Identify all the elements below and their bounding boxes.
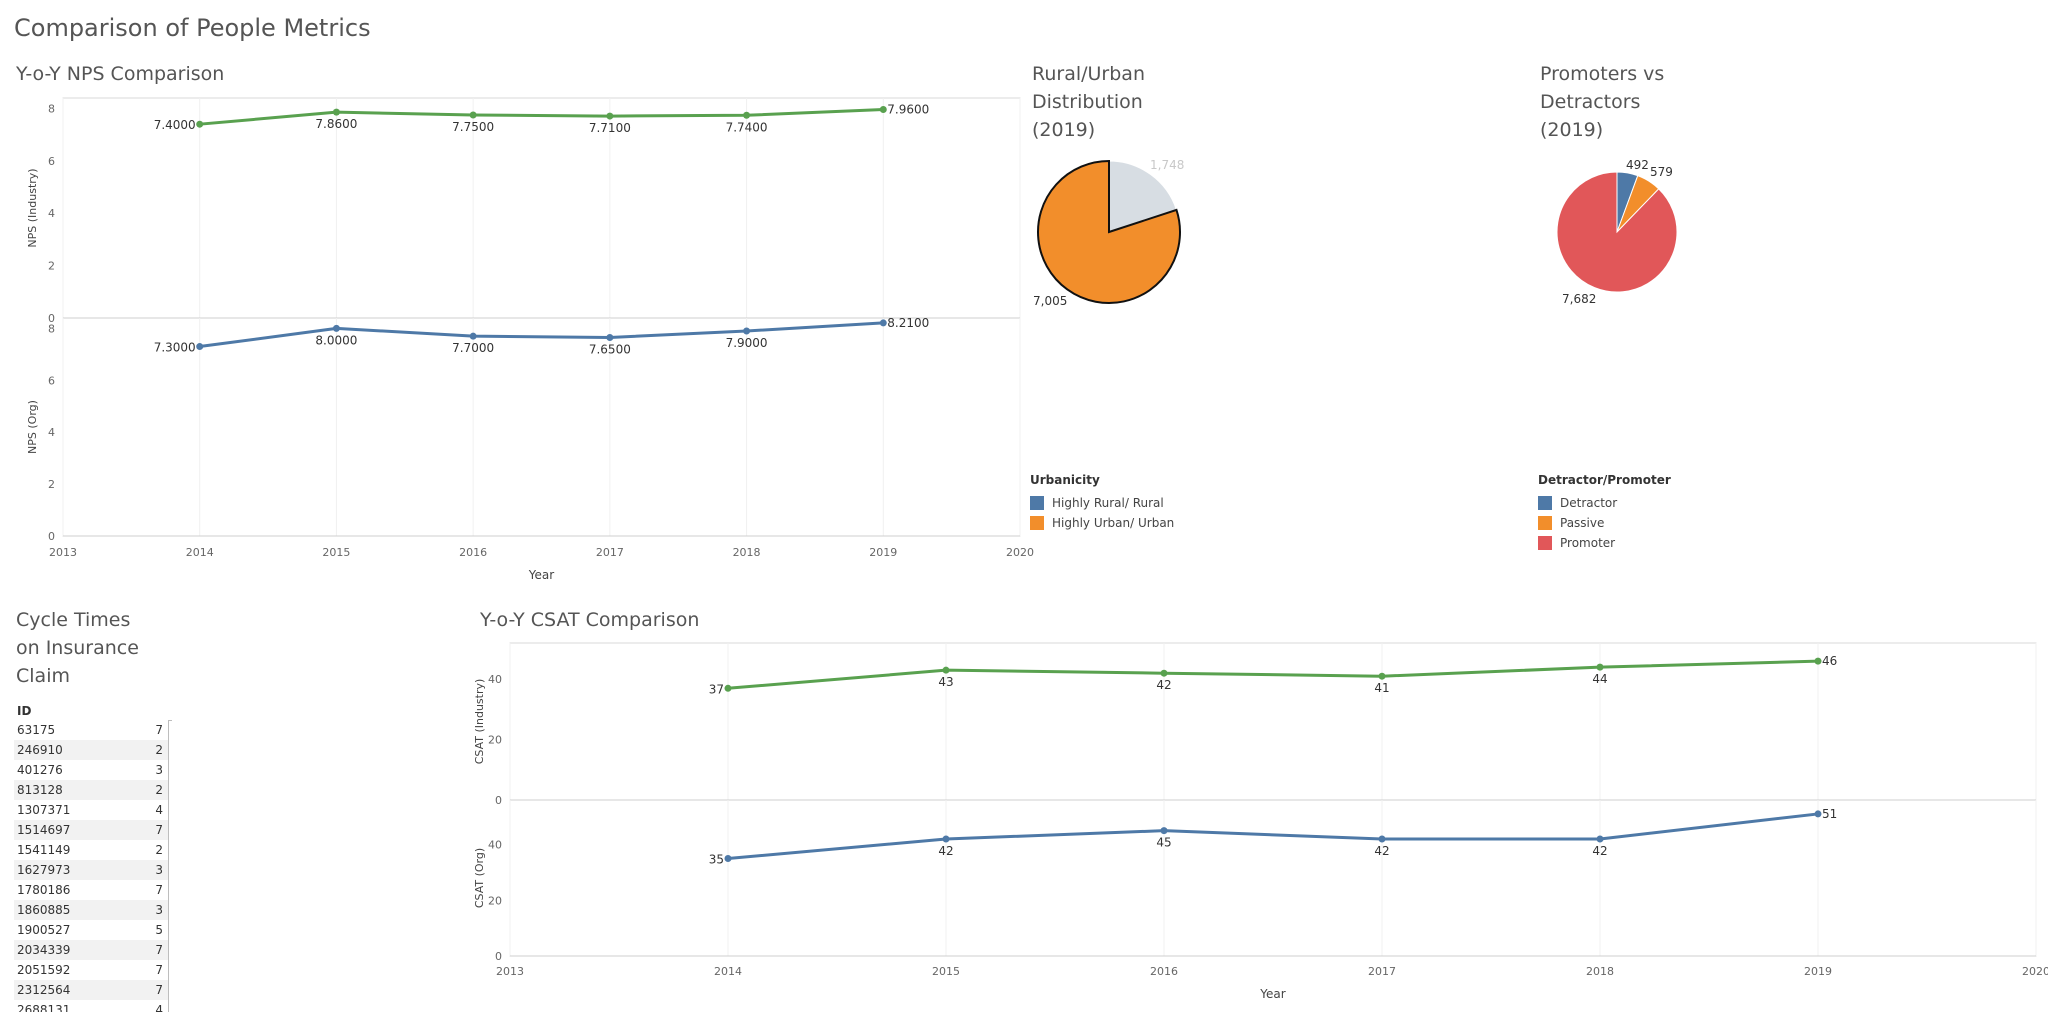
y-tick-label: 0 xyxy=(495,794,502,807)
y-axis-title: CSAT (Org) xyxy=(473,848,486,908)
x-tick-label: 2020 xyxy=(2022,965,2048,978)
data-label: 44 xyxy=(1592,672,1607,686)
y-axis-title: CSAT (Industry) xyxy=(473,679,486,765)
x-tick-label: 2013 xyxy=(496,965,524,978)
y-tick-label: 0 xyxy=(495,950,502,963)
x-tick-label: 2019 xyxy=(1804,965,1832,978)
data-label: 42 xyxy=(938,844,953,858)
csat-line-chart: 02040CSAT (Industry) 3743 42 41444602040CSA… xyxy=(473,642,2048,1001)
data-label: 43 xyxy=(938,675,953,689)
x-tick-label: 2018 xyxy=(1586,965,1614,978)
x-tick-label: 2014 xyxy=(714,965,742,978)
data-point xyxy=(1596,835,1604,843)
data-label: 42 xyxy=(1156,678,1171,692)
data-point xyxy=(942,666,950,674)
x-tick-label: 2016 xyxy=(1150,965,1178,978)
data-point xyxy=(1378,835,1386,843)
data-point xyxy=(1814,810,1822,818)
data-point xyxy=(1596,663,1604,671)
series-line xyxy=(727,812,1819,860)
data-point xyxy=(724,684,732,692)
data-point xyxy=(1378,672,1386,680)
data-label: 42 xyxy=(1374,844,1389,858)
data-point xyxy=(724,855,732,862)
y-tick-label: 20 xyxy=(488,894,502,907)
data-point xyxy=(1160,669,1168,677)
data-point xyxy=(942,835,950,843)
x-tick-label: 2015 xyxy=(932,965,960,978)
data-point xyxy=(1814,657,1822,665)
data-label: 35 xyxy=(709,853,724,867)
data-label: 46 xyxy=(1822,654,1837,668)
data-label: 45 xyxy=(1156,836,1171,850)
y-tick-label: 40 xyxy=(488,673,502,686)
data-point xyxy=(1160,827,1168,835)
x-tick-label: 2017 xyxy=(1368,965,1396,978)
data-label: 51 xyxy=(1822,807,1837,821)
y-tick-label: 40 xyxy=(488,839,502,852)
data-label: 42 xyxy=(1592,844,1607,858)
y-tick-label: 20 xyxy=(488,734,502,747)
data-label: 41 xyxy=(1374,681,1389,695)
data-label: 37 xyxy=(709,682,724,696)
x-axis-title: Year xyxy=(1259,987,1285,1001)
series-line xyxy=(727,659,1819,690)
